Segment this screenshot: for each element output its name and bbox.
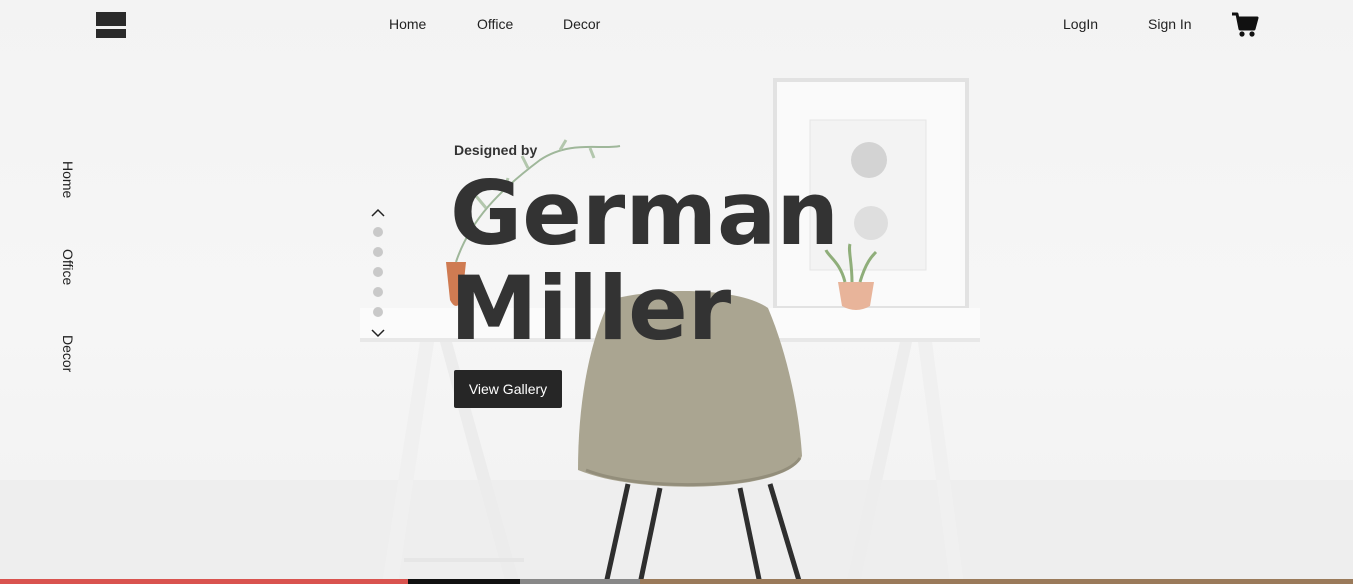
page: Home Office Decor LogIn Sign In Home Off… (0, 0, 1353, 584)
slider-dot-4[interactable] (373, 287, 383, 297)
bottom-strip-wood (640, 579, 1353, 584)
side-nav-office[interactable]: Office (60, 249, 76, 285)
nav-decor[interactable]: Decor (563, 16, 600, 32)
nav-home[interactable]: Home (389, 16, 426, 32)
chevron-up-icon[interactable] (371, 208, 385, 218)
bottom-strip-red (0, 579, 408, 584)
logo[interactable] (96, 12, 126, 38)
hero-title-line-1: German (450, 162, 840, 265)
signin-link[interactable]: Sign In (1148, 16, 1192, 32)
login-link[interactable]: LogIn (1063, 16, 1098, 32)
hero-eyebrow: Designed by (454, 142, 538, 158)
slider-dot-3[interactable] (373, 267, 383, 277)
bottom-strip-grey (520, 579, 640, 584)
hero-title: German Miller (450, 166, 839, 356)
view-gallery-button[interactable]: View Gallery (454, 370, 562, 408)
slider-dot-2[interactable] (373, 247, 383, 257)
hero-title-line-2: Miller (450, 257, 732, 360)
bottom-strip-black (408, 579, 520, 584)
chevron-down-icon[interactable] (371, 328, 385, 338)
slider-dot-1[interactable] (373, 227, 383, 237)
side-nav-decor[interactable]: Decor (60, 335, 76, 372)
cart-icon[interactable] (1231, 11, 1259, 39)
nav-office[interactable]: Office (477, 16, 513, 32)
slider-dot-5[interactable] (373, 307, 383, 317)
side-nav-home[interactable]: Home (60, 161, 76, 198)
logo-mark-bottom (96, 29, 126, 38)
logo-mark-top (96, 12, 126, 26)
